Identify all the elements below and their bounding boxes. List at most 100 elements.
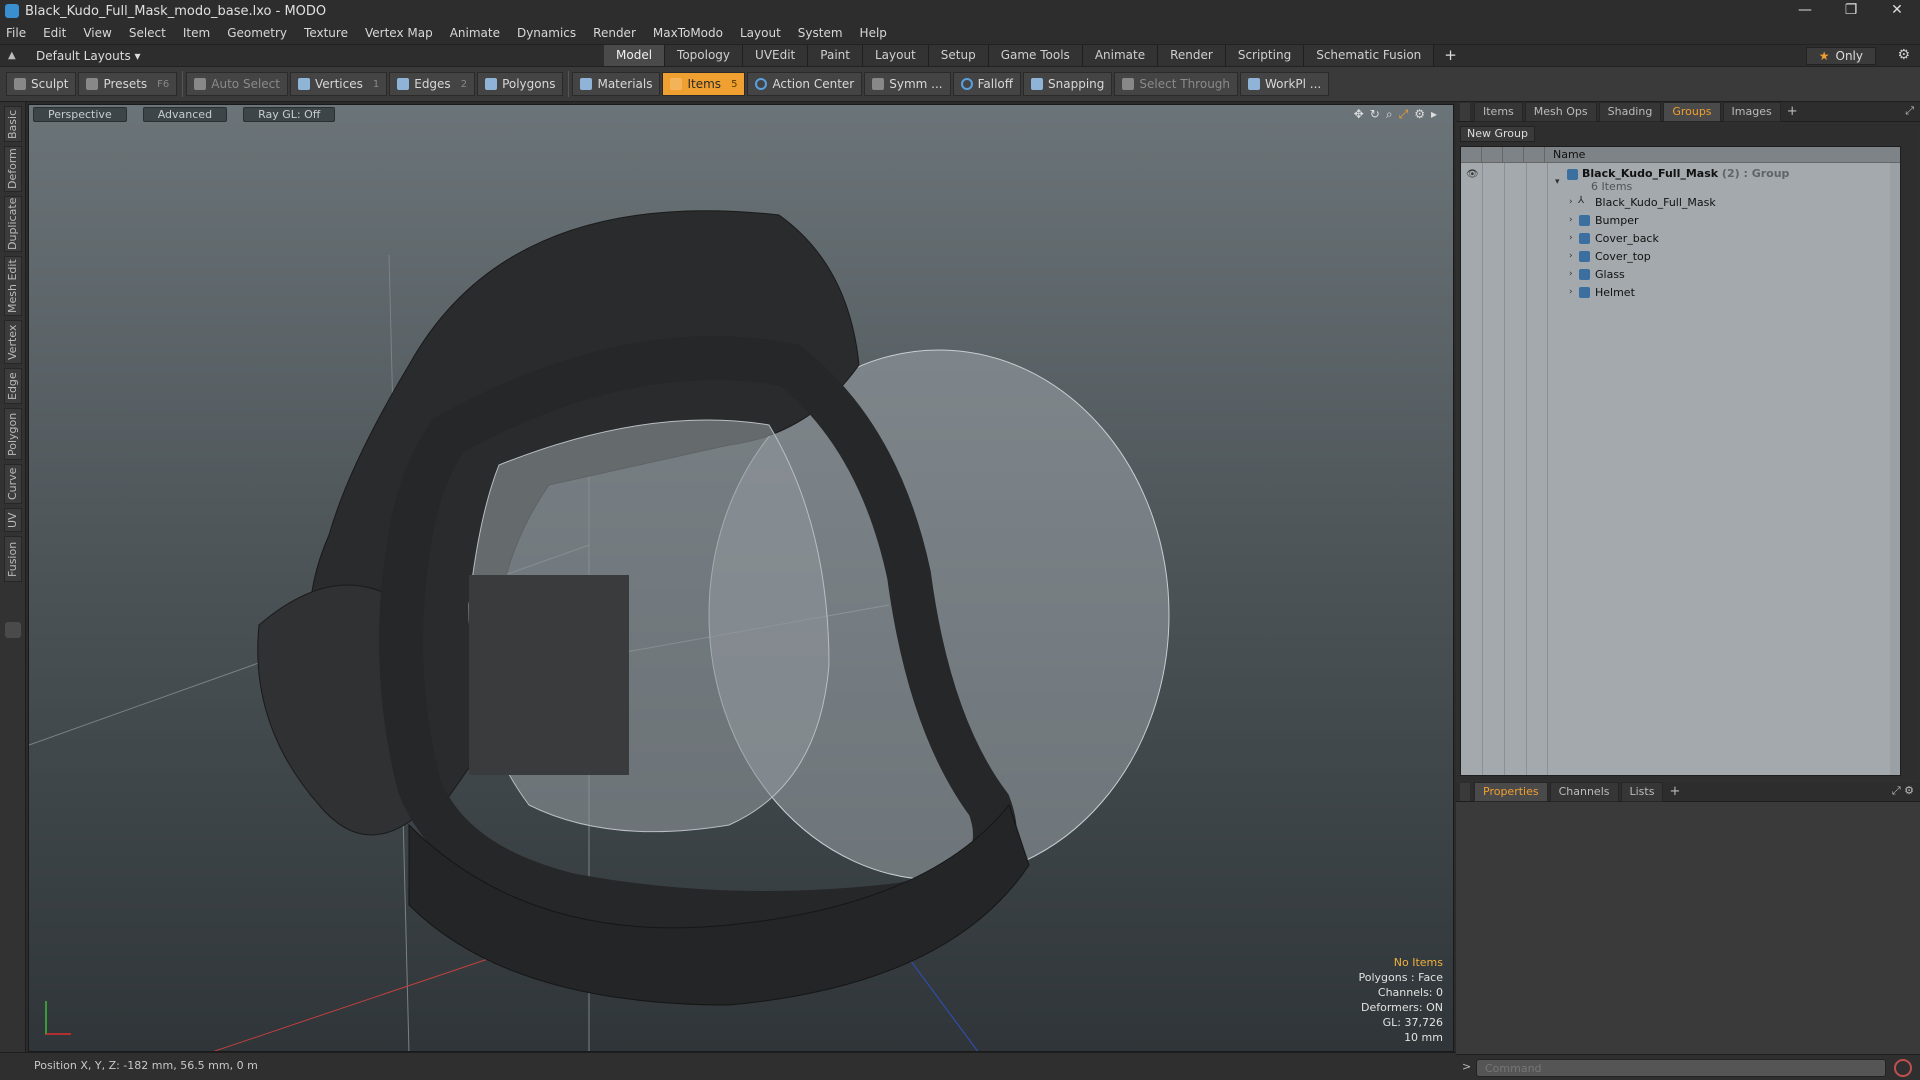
new-group-button[interactable]: New Group	[1460, 126, 1535, 142]
menu-render[interactable]: Render	[593, 26, 636, 40]
vtab-polygon[interactable]: Polygon	[4, 408, 22, 460]
tab-items[interactable]: Items	[1474, 101, 1523, 122]
shading-mode-button[interactable]: Advanced	[142, 106, 228, 122]
list-item[interactable]: › Bumper	[1461, 213, 1902, 229]
tab-model[interactable]: Model	[604, 45, 666, 67]
tab-layout[interactable]: Layout	[862, 45, 929, 67]
toolbox-toggle-button[interactable]	[5, 622, 21, 638]
vtab-curve[interactable]: Curve	[4, 464, 22, 504]
materials-button[interactable]: Materials	[572, 72, 661, 96]
menu-layout[interactable]: Layout	[740, 26, 781, 40]
collapse-icon[interactable]: ▾	[1555, 177, 1560, 187]
menu-animate[interactable]: Animate	[450, 26, 500, 40]
select-column-header[interactable]	[1524, 146, 1545, 163]
items-button[interactable]: Items 5	[662, 72, 746, 96]
add-panel-tab-button[interactable]: +	[1787, 104, 1798, 119]
add-tab-button[interactable]: +	[1434, 45, 1467, 67]
view-mode-button[interactable]: Perspective	[33, 106, 127, 122]
edges-button[interactable]: Edges 2	[389, 72, 476, 96]
group-row[interactable]: 👁 ▾ Black_Kudo_Full_Mask (2) : Group 6 I…	[1461, 167, 1902, 193]
panel-expand-icon[interactable]: ⤢	[1905, 104, 1914, 118]
viewport-expand-icon[interactable]: ▸	[1431, 107, 1437, 122]
list-item[interactable]: › Cover_back	[1461, 231, 1902, 247]
tab-uvedit[interactable]: UVEdit	[743, 45, 809, 67]
tree-scrollbar[interactable]	[1890, 163, 1900, 775]
render-column-header[interactable]	[1482, 146, 1503, 163]
vertices-button[interactable]: Vertices 1	[289, 72, 388, 96]
falloff-button[interactable]: Falloff	[952, 72, 1022, 96]
tab-scripting[interactable]: Scripting	[1225, 45, 1305, 67]
vtab-duplicate[interactable]: Duplicate	[4, 196, 22, 252]
rotate-icon[interactable]: ↻	[1370, 107, 1380, 122]
menu-system[interactable]: System	[798, 26, 843, 40]
pan-icon[interactable]: ✥	[1354, 107, 1364, 122]
restore-button[interactable]: ❐	[1828, 0, 1874, 22]
menu-file[interactable]: File	[6, 26, 26, 40]
list-item[interactable]: › Helmet	[1461, 285, 1902, 301]
auto-select-button[interactable]: Auto Select	[186, 72, 288, 96]
tab-topology[interactable]: Topology	[665, 45, 744, 67]
action-center-button[interactable]: Action Center	[747, 72, 863, 96]
vtab-fusion[interactable]: Fusion	[4, 536, 22, 582]
vtab-vertex[interactable]: Vertex	[4, 320, 22, 364]
tab-channels[interactable]: Channels	[1549, 781, 1619, 802]
close-button[interactable]: ✕	[1874, 0, 1920, 22]
tab-lists[interactable]: Lists	[1620, 781, 1664, 802]
tab-setup[interactable]: Setup	[928, 45, 989, 67]
add-properties-tab-button[interactable]: +	[1669, 784, 1680, 799]
select-through-button[interactable]: Select Through	[1114, 72, 1239, 96]
layout-switch-icon[interactable]: ▲	[8, 50, 22, 61]
menu-help[interactable]: Help	[860, 26, 887, 40]
tab-paint[interactable]: Paint	[808, 45, 863, 67]
menu-vertex-map[interactable]: Vertex Map	[365, 26, 433, 40]
tab-properties[interactable]: Properties	[1474, 781, 1548, 802]
tab-images[interactable]: Images	[1722, 101, 1781, 122]
polygons-button[interactable]: Polygons	[477, 72, 564, 96]
vtab-mesh-edit[interactable]: Mesh Edit	[4, 256, 22, 316]
vtab-deform[interactable]: Deform	[4, 146, 22, 192]
panel-handle[interactable]	[1460, 102, 1470, 121]
minimize-button[interactable]: —	[1782, 0, 1828, 22]
3d-viewport[interactable]: Perspective Advanced Ray GL: Off ✥ ↻ ⌕ ⤢…	[28, 104, 1454, 1052]
menu-texture[interactable]: Texture	[304, 26, 348, 40]
properties-settings-icon[interactable]: ⤢ ⚙	[1892, 784, 1914, 798]
visibility-column-header[interactable]	[1461, 146, 1482, 163]
menu-maxtomodo[interactable]: MaxToModo	[653, 26, 723, 40]
sculpt-button[interactable]: Sculpt	[6, 72, 77, 96]
tab-game-tools[interactable]: Game Tools	[988, 45, 1083, 67]
visibility-eye-icon[interactable]: 👁	[1466, 169, 1479, 181]
menu-geometry[interactable]: Geometry	[227, 26, 287, 40]
presets-button[interactable]: Presets F6	[78, 72, 178, 96]
command-input[interactable]	[1476, 1059, 1886, 1077]
panel-handle[interactable]	[1460, 782, 1470, 801]
symmetry-button[interactable]: Symm ...	[864, 72, 951, 96]
lock-column-header[interactable]	[1503, 146, 1524, 163]
snapping-button[interactable]: Snapping	[1023, 72, 1113, 96]
fit-icon[interactable]: ⤢	[1399, 107, 1409, 122]
workplane-button[interactable]: WorkPl ...	[1240, 72, 1330, 96]
vtab-uv[interactable]: UV	[4, 508, 22, 532]
viewport-settings-icon[interactable]: ⚙	[1414, 107, 1425, 122]
raygl-button[interactable]: Ray GL: Off	[243, 106, 336, 122]
menu-select[interactable]: Select	[129, 26, 166, 40]
tab-mesh-ops[interactable]: Mesh Ops	[1524, 101, 1597, 122]
vtab-edge[interactable]: Edge	[4, 368, 22, 404]
menu-edit[interactable]: Edit	[43, 26, 66, 40]
menu-item[interactable]: Item	[183, 26, 210, 40]
command-run-icon[interactable]	[1894, 1059, 1912, 1077]
zoom-icon[interactable]: ⌕	[1386, 107, 1393, 122]
tab-shading[interactable]: Shading	[1598, 101, 1662, 122]
tab-animate[interactable]: Animate	[1082, 45, 1159, 67]
menu-view[interactable]: View	[83, 26, 111, 40]
gear-icon[interactable]: ⚙	[1897, 47, 1910, 63]
only-button[interactable]: ★ Only	[1805, 47, 1876, 65]
list-item[interactable]: › Glass	[1461, 267, 1902, 283]
menu-dynamics[interactable]: Dynamics	[517, 26, 576, 40]
layout-select[interactable]: Default Layouts ▾	[36, 49, 141, 63]
tab-schematic-fusion[interactable]: Schematic Fusion	[1304, 45, 1435, 67]
list-item[interactable]: › Cover_top	[1461, 249, 1902, 265]
vtab-basic[interactable]: Basic	[4, 106, 22, 142]
tab-groups[interactable]: Groups	[1663, 101, 1721, 122]
list-item[interactable]: › ⅄ Black_Kudo_Full_Mask	[1461, 195, 1902, 211]
command-history-icon[interactable]: >	[1462, 1060, 1471, 1073]
